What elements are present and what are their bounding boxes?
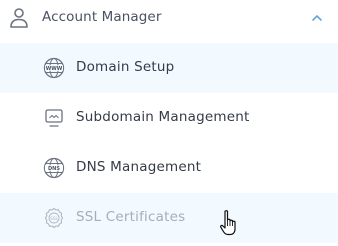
svg-text:WWW: WWW	[46, 66, 63, 72]
menu-item-ssl-certificates[interactable]: SSL SSL Certificates	[0, 193, 338, 243]
svg-text:SSL: SSL	[50, 216, 58, 221]
dns-globe-icon: DNS	[43, 157, 65, 179]
account-manager-menu: Account Manager WWW Domain Setup Subdoma…	[0, 0, 338, 246]
menu-item-label: SSL Certificates	[76, 209, 186, 225]
ssl-badge-icon: SSL	[44, 207, 64, 229]
hand-pointer-cursor	[220, 210, 236, 236]
menu-item-label: Domain Setup	[76, 59, 175, 75]
menu-item-subdomain-management[interactable]: Subdomain Management	[0, 93, 338, 143]
svg-text:DNS: DNS	[48, 166, 60, 172]
monitor-icon	[45, 109, 63, 127]
www-globe-icon: WWW	[43, 57, 65, 79]
menu-item-label: DNS Management	[76, 159, 202, 175]
account-manager-title: Account Manager	[42, 9, 162, 25]
account-manager-header[interactable]: Account Manager	[0, 0, 338, 38]
menu-item-dns-management[interactable]: DNS DNS Management	[0, 143, 338, 193]
menu-item-domain-setup[interactable]: WWW Domain Setup	[0, 43, 338, 93]
chevron-up-icon[interactable]	[310, 11, 324, 25]
user-icon	[10, 8, 28, 28]
menu-item-label: Subdomain Management	[76, 109, 250, 125]
